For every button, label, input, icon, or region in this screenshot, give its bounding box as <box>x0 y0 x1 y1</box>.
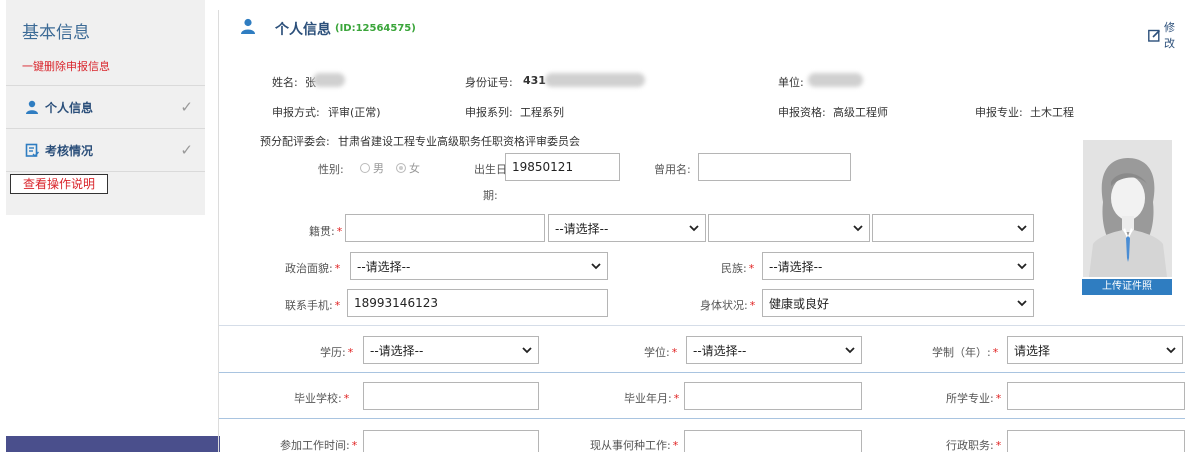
chevron-down-icon <box>1017 225 1027 232</box>
divider <box>218 10 219 452</box>
avatar-silhouette-icon <box>1089 158 1167 277</box>
native-place-input[interactable] <box>345 214 545 242</box>
idcard-value: 431 <box>523 74 546 87</box>
name-label: 姓名: <box>272 76 298 89</box>
political-status-label: 政治面貌: * <box>285 262 341 275</box>
schooling-years-select[interactable]: 请选择 <box>1007 336 1183 364</box>
view-instructions-button[interactable]: 查看操作说明 <box>10 174 108 194</box>
chevron-down-icon <box>689 225 699 232</box>
sidebar-item-label: 个人信息 <box>45 100 94 115</box>
sidebar-title: 基本信息 <box>22 23 90 43</box>
sidebar-item-personal-info[interactable]: 个人信息 ✓ <box>6 86 205 128</box>
user-id: (ID:12564575) <box>335 23 416 34</box>
divider <box>219 372 1185 373</box>
sidebar-footer-bar <box>6 436 220 452</box>
user-icon <box>240 18 256 34</box>
gender-option-label: 男 <box>373 162 384 175</box>
former-name-input[interactable] <box>698 153 851 181</box>
health-label: 身体状况: * <box>700 299 756 312</box>
unit-label: 单位: <box>778 76 804 89</box>
edit-label: 修改 <box>1164 21 1175 50</box>
gender-label: 性别: <box>318 163 344 176</box>
divider <box>219 325 1185 326</box>
native-province-select[interactable]: --请选择-- <box>548 214 706 242</box>
chevron-down-icon <box>1017 263 1027 270</box>
chevron-down-icon <box>845 347 855 354</box>
redacted-mask <box>808 73 863 87</box>
ethnicity-select[interactable]: --请选择-- <box>762 252 1034 280</box>
native-city-select[interactable] <box>708 214 870 242</box>
work-start-label: 参加工作时间: * <box>280 439 358 452</box>
major-label: 申报专业: <box>975 106 1023 119</box>
degree-select[interactable]: --请选择-- <box>686 336 862 364</box>
id-photo-placeholder <box>1083 140 1172 277</box>
education-label: 学历: * <box>320 346 354 359</box>
user-icon <box>24 99 40 115</box>
page-title: 个人信息 <box>275 22 331 38</box>
clipboard-icon <box>24 142 40 158</box>
divider <box>6 171 205 172</box>
current-job-label: 现从事何种工作: * <box>590 439 679 452</box>
admin-post-label: 行政职务: * <box>946 439 1002 452</box>
gender-radio-group: 男 女 <box>360 160 420 176</box>
sidebar-item-label: 考核情况 <box>45 143 94 158</box>
ethnicity-label: 民族: * <box>721 262 755 275</box>
series-label: 申报系列: <box>465 106 513 119</box>
sidebar: 基本信息 一键删除申报信息 个人信息 ✓ 考核情况 ✓ 查看操作说明 <box>0 0 220 452</box>
redacted-mask <box>545 73 645 87</box>
chevron-down-icon <box>591 263 601 270</box>
study-major-input[interactable] <box>1007 382 1185 410</box>
redacted-mask <box>313 73 345 87</box>
method-value: 评审(正常) <box>328 106 381 119</box>
chevron-down-icon <box>853 225 863 232</box>
birth-date-label-cont: 期: <box>483 189 498 202</box>
committee-label: 预分配评委会: <box>260 135 330 148</box>
qualification-value: 高级工程师 <box>833 106 888 119</box>
native-place-label: 籍贯: * <box>309 225 343 238</box>
divider <box>219 418 1185 419</box>
upload-photo-button[interactable]: 上传证件照 <box>1082 279 1172 295</box>
health-select[interactable]: 健康或良好 <box>762 289 1034 317</box>
edit-icon <box>1148 29 1161 42</box>
check-icon: ✓ <box>180 141 193 159</box>
chevron-down-icon <box>522 347 532 354</box>
birth-date-input[interactable]: 19850121 <box>505 153 620 181</box>
check-icon: ✓ <box>180 98 193 116</box>
admin-post-input[interactable] <box>1007 430 1185 452</box>
delete-application-link[interactable]: 一键删除申报信息 <box>22 58 110 74</box>
former-name-label: 曾用名: <box>654 163 691 176</box>
major-value: 土木工程 <box>1030 106 1074 119</box>
sidebar-item-assessment[interactable]: 考核情况 ✓ <box>6 129 205 171</box>
phone-label: 联系手机: * <box>285 299 341 312</box>
grad-date-input[interactable] <box>684 382 862 410</box>
committee-value: 甘肃省建设工程专业高级职务任职资格评审委员会 <box>338 135 580 148</box>
work-start-input[interactable] <box>363 430 539 452</box>
phone-input[interactable]: 18993146123 <box>347 289 608 317</box>
birth-date-label: 出生日 <box>474 163 507 176</box>
qualification-label: 申报资格: <box>778 106 826 119</box>
current-job-input[interactable] <box>684 430 862 452</box>
native-county-select[interactable] <box>872 214 1034 242</box>
chevron-down-icon <box>1166 347 1176 354</box>
study-major-label: 所学专业: * <box>946 392 1002 405</box>
education-select[interactable]: --请选择-- <box>363 336 539 364</box>
degree-label: 学位: * <box>644 346 678 359</box>
method-label: 申报方式: <box>272 106 320 119</box>
chevron-down-icon <box>1017 300 1027 307</box>
grad-date-label: 毕业年月: * <box>624 392 680 405</box>
idcard-label: 身份证号: <box>465 76 513 89</box>
gender-radio-male[interactable] <box>360 163 370 173</box>
schooling-years-label: 学制（年）: * <box>932 346 999 359</box>
gender-option-label: 女 <box>409 162 420 175</box>
edit-button[interactable]: 修改 <box>1148 19 1185 51</box>
political-status-select[interactable]: --请选择-- <box>350 252 608 280</box>
gender-radio-female[interactable] <box>396 163 406 173</box>
school-input[interactable] <box>363 382 539 410</box>
series-value: 工程系列 <box>520 106 564 119</box>
school-label: 毕业学校: * <box>294 392 350 405</box>
